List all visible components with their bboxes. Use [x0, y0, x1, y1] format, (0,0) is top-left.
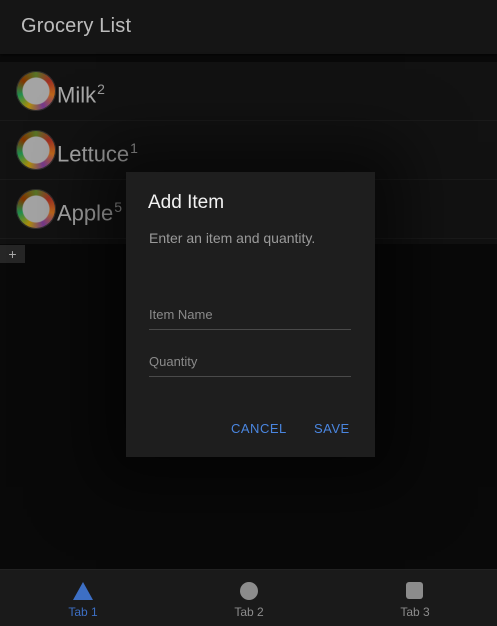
add-item-dialog: Add Item Enter an item and quantity. CAN… — [126, 172, 375, 457]
cancel-button[interactable]: CANCEL — [231, 418, 287, 438]
tab-label: Tab 1 — [68, 605, 98, 619]
dialog-message: Enter an item and quantity. — [149, 230, 316, 246]
tab-label: Tab 3 — [400, 605, 430, 619]
save-button[interactable]: SAVE — [314, 418, 350, 438]
tab-3[interactable]: Tab 3 — [332, 570, 497, 626]
quantity-input[interactable] — [149, 346, 351, 377]
tab-2[interactable]: Tab 2 — [166, 570, 332, 626]
circle-icon — [240, 582, 258, 600]
square-icon — [406, 582, 423, 599]
tab-bar: Tab 1 Tab 2 Tab 3 — [0, 569, 497, 626]
tab-1[interactable]: Tab 1 — [0, 570, 166, 626]
triangle-icon — [73, 582, 93, 600]
dialog-title: Add Item — [148, 192, 225, 213]
tab-label: Tab 2 — [234, 605, 264, 619]
item-name-input[interactable] — [149, 299, 351, 330]
